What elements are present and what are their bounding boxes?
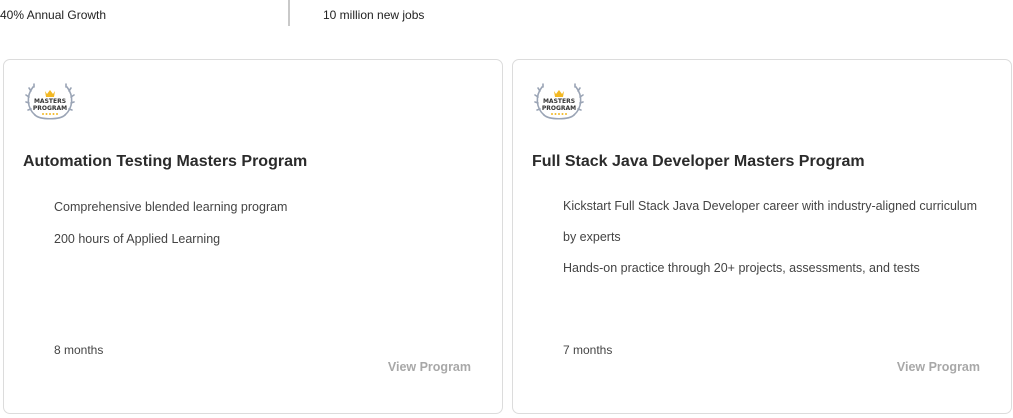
annual-growth-stat: 40% Annual Growth	[0, 8, 107, 22]
masters-program-badge-icon: MASTERS PROGRAM	[25, 83, 75, 120]
feature-item: Hands-on practice through 20+ projects, …	[563, 261, 920, 275]
card-title: Automation Testing Masters Program	[23, 153, 308, 170]
masters-program-badge-icon: MASTERS PROGRAM	[534, 83, 584, 120]
view-program-link[interactable]: View Program	[897, 360, 980, 374]
program-duration: 7 months	[563, 343, 613, 357]
program-card-full-stack-java[interactable]: MASTERS PROGRAM Full Stack Java Develope…	[512, 59, 1012, 414]
stats-strip: 40% Annual Growth 10 million new jobs	[0, 0, 1013, 26]
badge-text-line2: PROGRAM	[33, 105, 67, 112]
program-card-automation-testing[interactable]: MASTERS PROGRAM Automation Testing Maste…	[3, 59, 503, 414]
badge-text-line2: PROGRAM	[542, 105, 576, 112]
feature-item: Kickstart Full Stack Java Developer care…	[563, 199, 978, 244]
badge-text-line1: MASTERS	[34, 98, 66, 105]
card-title: Full Stack Java Developer Masters Progra…	[532, 153, 865, 170]
feature-list: Kickstart Full Stack Java Developer care…	[563, 191, 983, 284]
feature-list: Comprehensive blended learning program 2…	[54, 199, 474, 263]
feature-item: Comprehensive blended learning program	[54, 200, 288, 214]
view-program-link[interactable]: View Program	[388, 360, 471, 374]
stats-divider	[288, 0, 290, 26]
feature-item: 200 hours of Applied Learning	[54, 232, 221, 246]
new-jobs-stat: 10 million new jobs	[323, 8, 425, 22]
badge-text-line1: MASTERS	[543, 98, 575, 105]
program-duration: 8 months	[54, 343, 104, 357]
